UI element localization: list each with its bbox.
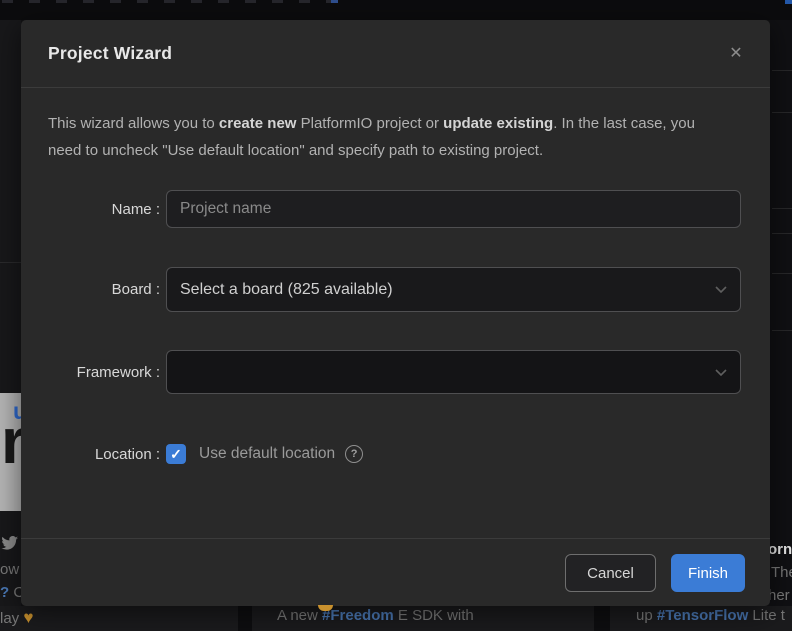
background-text-fragment: The	[771, 564, 792, 581]
description-part: PlatformIO project or	[296, 115, 443, 132]
dialog-footer: Cancel Finish	[565, 554, 745, 592]
card-letter-r: r	[1, 409, 21, 473]
text-fragment: lay	[0, 610, 23, 627]
location-field-row: Location : ✓ Use default location ?	[21, 442, 770, 466]
column-gap	[238, 605, 252, 631]
tweet-text: up #TensorFlow Lite t	[636, 607, 785, 624]
project-name-input[interactable]	[166, 190, 741, 228]
dialog-title: Project Wizard	[48, 43, 172, 64]
background-text-fragment: lay ♥	[0, 608, 33, 628]
tweet-text-part: A new	[277, 607, 322, 624]
top-edge-strip	[0, 0, 792, 20]
finish-button[interactable]: Finish	[671, 554, 745, 592]
right-row-divider	[772, 112, 792, 113]
checkmark-icon: ✓	[170, 447, 182, 461]
background-text-fragment: her	[768, 587, 790, 604]
top-edge-blue-fragment	[331, 0, 338, 3]
cancel-button[interactable]: Cancel	[565, 554, 656, 592]
framework-select[interactable]	[166, 350, 741, 394]
description-bold: update existing	[443, 115, 553, 132]
tweet-text: A new #Freedom E SDK with	[277, 607, 474, 624]
background-text-fragment: ow	[0, 561, 19, 578]
name-label: Name :	[21, 201, 160, 218]
right-row-divider	[772, 208, 792, 209]
dialog-header: Project Wizard ✕	[21, 20, 770, 88]
project-wizard-dialog: Project Wizard ✕ This wizard allows you …	[21, 20, 770, 606]
board-field-row: Board : Select a board (825 available)	[21, 267, 770, 312]
column-gap	[594, 605, 610, 631]
framework-label: Framework :	[21, 364, 160, 381]
board-select[interactable]: Select a board (825 available)	[166, 267, 741, 312]
background-text-fragment: orn	[768, 541, 792, 558]
right-row-divider	[772, 70, 792, 71]
description-bold: create new	[219, 115, 297, 132]
chevron-down-icon	[715, 286, 727, 293]
dialog-description: This wizard allows you to create new Pla…	[48, 110, 710, 164]
tweet-text-part: Lite t	[748, 607, 785, 624]
background-image-card: u r	[0, 393, 21, 511]
close-icon[interactable]: ✕	[726, 44, 746, 64]
hashtag-link[interactable]: #Freedom	[322, 607, 394, 624]
chevron-down-icon	[715, 369, 727, 376]
tweet-text-part: E SDK with	[394, 607, 474, 624]
help-icon[interactable]: ?	[345, 445, 363, 463]
link-fragment: ?	[0, 584, 9, 601]
location-label: Location :	[21, 446, 160, 463]
top-right-blue-fragment	[785, 0, 792, 4]
screen: t orn The her u r ow ? C lay ♥ A new #Fr…	[0, 0, 792, 631]
use-default-location-label: Use default location	[199, 445, 335, 463]
hashtag-link[interactable]: #TensorFlow	[657, 607, 748, 624]
use-default-location-checkbox[interactable]: ✓	[166, 444, 186, 464]
left-background-strip	[0, 20, 21, 606]
name-field-row: Name :	[21, 190, 770, 228]
top-edge-fragments	[2, 0, 347, 3]
right-row-divider	[772, 233, 792, 234]
board-select-value: Select a board (825 available)	[180, 281, 715, 299]
left-divider-line	[0, 262, 21, 263]
right-row-divider	[772, 330, 792, 331]
right-row-divider	[772, 273, 792, 274]
footer-divider	[21, 538, 770, 539]
twitter-icon	[1, 536, 18, 556]
heart-emoji: ♥	[23, 608, 33, 627]
tweet-text-part: up	[636, 607, 657, 624]
description-part: This wizard allows you to	[48, 115, 219, 132]
right-background-strip	[770, 20, 792, 606]
framework-field-row: Framework :	[21, 350, 770, 394]
board-label: Board :	[21, 281, 160, 298]
